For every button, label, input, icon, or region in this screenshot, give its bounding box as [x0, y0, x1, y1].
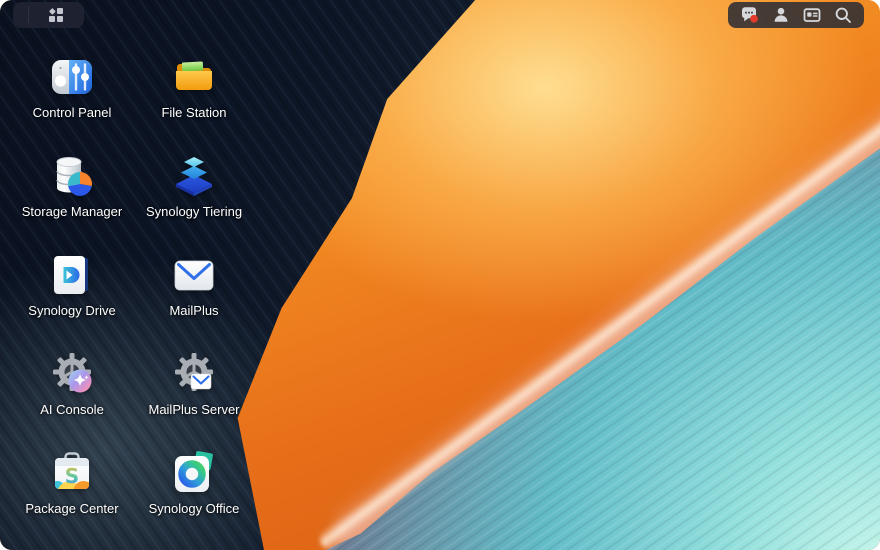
main-menu-button[interactable]: [13, 2, 84, 28]
chat-notifications-icon[interactable]: [738, 4, 761, 26]
desktop-icon-grid: Control Panel File Station: [11, 50, 255, 545]
file-station-icon: [172, 55, 216, 99]
divider: [28, 7, 29, 23]
synology-tiering-icon: [172, 154, 216, 198]
desktop-icon-control-panel[interactable]: Control Panel: [11, 50, 133, 149]
desktop-icon-ai-console[interactable]: AI Console: [11, 347, 133, 446]
mailplus-server-icon: [172, 352, 216, 396]
desktop-icon-file-station[interactable]: File Station: [133, 50, 255, 149]
desktop-icon-mailplus[interactable]: MailPlus: [133, 248, 255, 347]
desktop-icon-mailplus-server[interactable]: MailPlus Server: [133, 347, 255, 446]
app-label: Package Center: [25, 502, 118, 516]
desktop-icon-synology-drive[interactable]: Synology Drive: [11, 248, 133, 347]
app-label: Synology Drive: [28, 304, 115, 318]
synology-drive-icon: [50, 253, 94, 297]
package-center-icon: S: [50, 451, 94, 495]
app-label: File Station: [161, 106, 226, 120]
desktop-icon-storage-manager[interactable]: Storage Manager: [11, 149, 133, 248]
mailplus-icon: [172, 253, 216, 297]
control-panel-icon: [50, 55, 94, 99]
app-label: AI Console: [40, 403, 104, 417]
app-label: Storage Manager: [22, 205, 122, 219]
app-label: MailPlus Server: [148, 403, 239, 417]
ai-console-icon: [50, 352, 94, 396]
desktop-icon-synology-office[interactable]: Synology Office: [133, 446, 255, 545]
system-tray: [728, 2, 864, 28]
desktop-icon-package-center[interactable]: S Package Center: [11, 446, 133, 545]
app-label: Synology Tiering: [146, 205, 242, 219]
app-label: Synology Office: [149, 502, 240, 516]
package-center-glyph: S: [65, 464, 79, 488]
search-icon[interactable]: [832, 4, 854, 26]
user-account-icon[interactable]: [770, 4, 792, 26]
synology-office-icon: [172, 451, 216, 495]
app-label: Control Panel: [33, 106, 112, 120]
desktop-icon-synology-tiering[interactable]: Synology Tiering: [133, 149, 255, 248]
widgets-icon[interactable]: [801, 4, 823, 26]
notification-badge: [750, 15, 758, 23]
desktop: Control Panel File Station: [0, 0, 880, 550]
storage-manager-icon: [50, 154, 94, 198]
grid-menu-icon: [48, 7, 64, 23]
app-label: MailPlus: [169, 304, 218, 318]
